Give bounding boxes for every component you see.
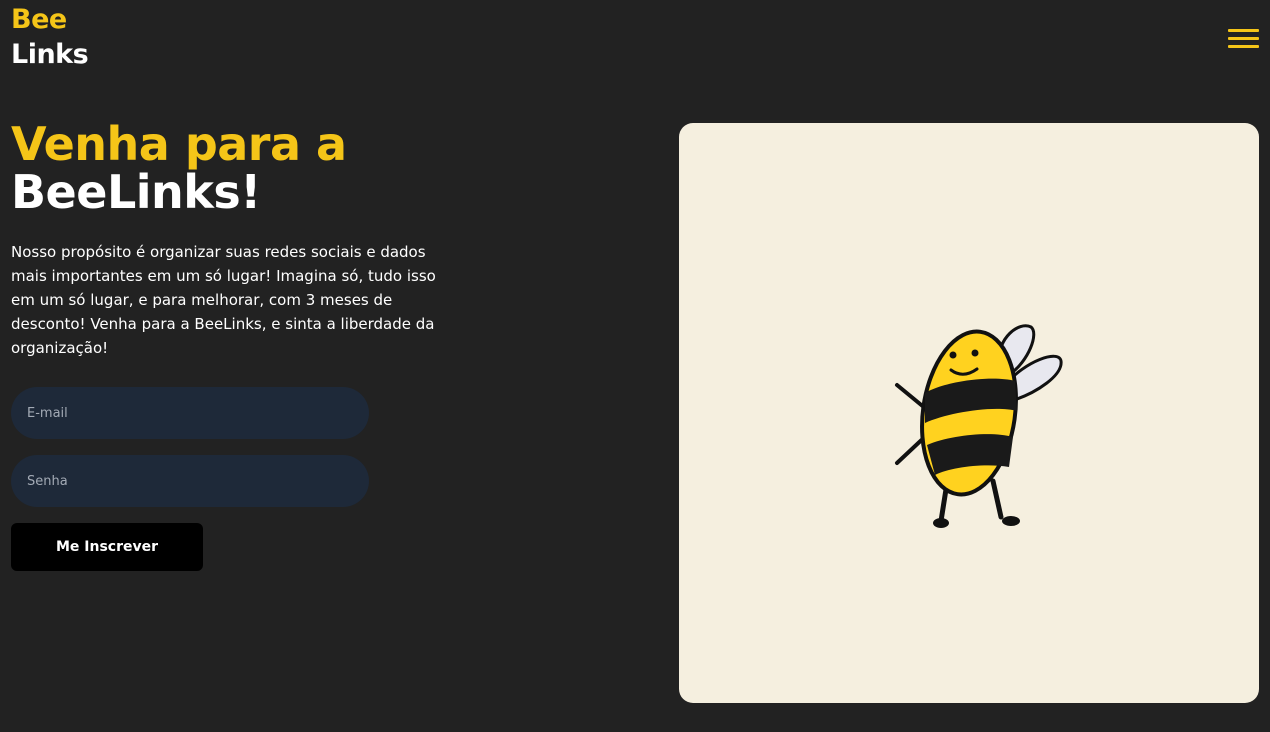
logo-links-text: Links [11,39,89,70]
hero-description: Nosso propósito é organizar suas redes s… [11,243,436,357]
hamburger-menu-icon[interactable] [1228,27,1259,49]
hero-title: Venha para a BeeLinks! [11,120,481,216]
password-field[interactable] [11,455,369,507]
bee-icon [895,324,1063,528]
hero-title-line1: Venha para a [11,117,347,171]
hero-title-line2: BeeLinks! [11,165,261,219]
logo[interactable]: Bee Links [11,2,89,72]
subscribe-button[interactable]: Me Inscrever [11,523,203,571]
email-field[interactable] [11,387,369,439]
hero-section: Venha para a BeeLinks! Nosso propósito é… [11,120,481,360]
logo-bee-text: Bee [11,4,67,35]
landing-page: Bee Links Venha para a BeeLinks! Nosso p… [0,0,1270,732]
bee-illustration [679,123,1259,703]
